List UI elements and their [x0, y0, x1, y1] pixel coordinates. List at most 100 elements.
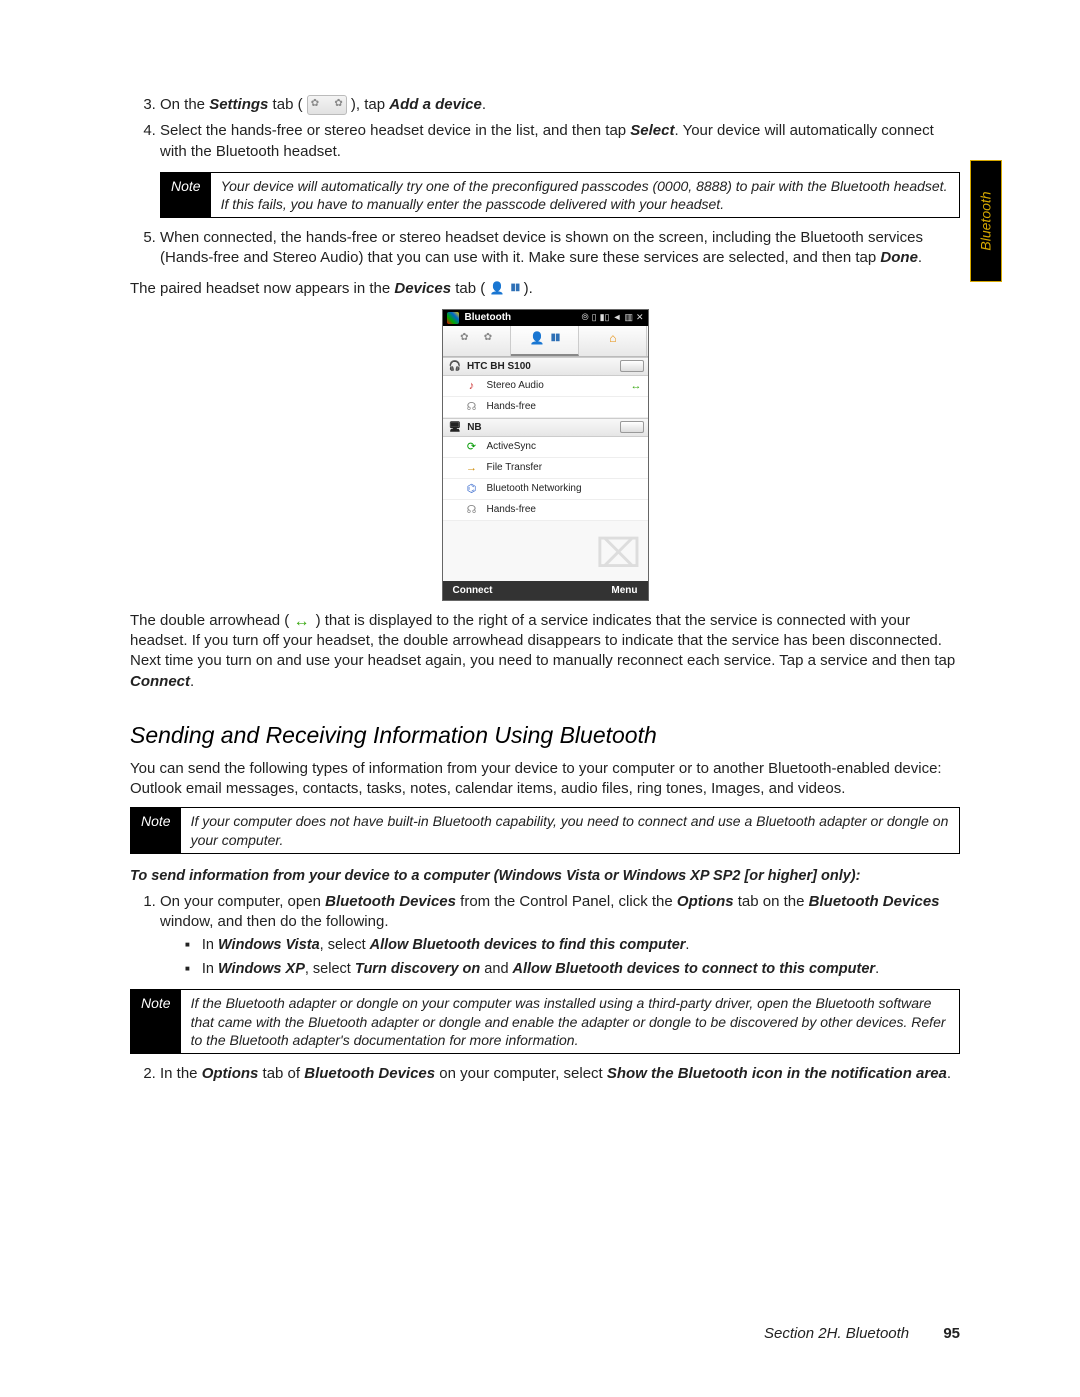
text: On the	[160, 96, 209, 113]
blank-area: ⌧	[443, 521, 648, 581]
tab-accessories: ⌂	[579, 326, 647, 356]
done-label: Done	[880, 249, 918, 266]
step-3: On the Settings tab ( ), tap Add a devic…	[160, 95, 960, 115]
page-footer: Section 2H. Bluetooth 95	[130, 1325, 960, 1342]
device-header-2: 🖥 NB	[443, 418, 648, 437]
add-device-label: Add a device	[389, 96, 482, 113]
bluetooth-devices-label: Bluetooth Devices	[809, 893, 940, 910]
note-label: Note	[131, 808, 181, 852]
text: The paired headset now appears in the	[130, 280, 394, 297]
windows-xp-label: Windows XP	[218, 961, 305, 977]
text: In	[202, 961, 218, 977]
text: In	[202, 937, 218, 953]
softkey-menu: Menu	[611, 585, 637, 596]
service-row: ♪ Stereo Audio ↔	[443, 376, 648, 397]
send-step-2: In the Options tab of Bluetooth Devices …	[160, 1064, 960, 1084]
embedded-screenshot: Bluetooth ⦾ ▯ ▮▯ ◄ ▥ ✕ ⌂ 🎧 HTC BH S100	[130, 309, 960, 601]
text: .	[482, 96, 486, 113]
text: tab (	[268, 96, 306, 113]
file-transfer-icon: →	[465, 461, 479, 475]
note-box-adapter: Note If your computer does not have buil…	[130, 807, 960, 853]
text: .	[875, 961, 879, 977]
text: tab of	[258, 1065, 304, 1082]
bullet-vista: In Windows Vista, select Allow Bluetooth…	[185, 936, 960, 956]
text: tab (	[451, 280, 489, 297]
note-text: Your device will automatically try one o…	[211, 173, 959, 217]
footer-page-number: 95	[943, 1325, 960, 1342]
headset-device-icon: 🎧	[449, 361, 461, 372]
text: on your computer, select	[435, 1065, 607, 1082]
intro-paragraph: You can send the following types of info…	[130, 759, 960, 800]
note-box-thirdparty: Note If the Bluetooth adapter or dongle …	[130, 989, 960, 1054]
double-arrowhead-para: The double arrowhead ( ) that is display…	[130, 611, 960, 692]
instruction-list-top-cont: When connected, the hands-free or stereo…	[130, 228, 960, 269]
speaker-icon: ◄	[613, 312, 622, 323]
device-name-1: HTC BH S100	[467, 361, 531, 372]
wm-title: Bluetooth	[465, 312, 576, 323]
devices-label: Devices	[394, 280, 451, 297]
footer-section: Section 2H. Bluetooth	[764, 1325, 909, 1342]
stereo-audio-icon: ♪	[465, 379, 479, 393]
options-label: Options	[677, 893, 734, 910]
service-label: Stereo Audio	[487, 380, 544, 391]
note-text: If the Bluetooth adapter or dongle on yo…	[181, 990, 959, 1053]
side-chapter-label: Bluetooth	[978, 191, 994, 250]
handsfree-icon: ☊	[465, 503, 479, 517]
turn-discovery-label: Turn discovery on	[355, 961, 480, 977]
signal-icon: ▮▯	[600, 312, 610, 323]
paired-headset-line: The paired headset now appears in the De…	[130, 279, 960, 299]
softkey-connect: Connect	[453, 585, 493, 596]
step-4: Select the hands-free or stereo headset …	[160, 121, 960, 162]
select-label: Select	[630, 122, 674, 139]
service-label: Hands-free	[487, 401, 536, 412]
text: Select the hands-free or stereo headset …	[160, 122, 630, 139]
bluetooth-watermark-icon: ⌧	[595, 531, 641, 577]
wm-softkey-bar: Connect Menu	[443, 581, 648, 600]
text: , select	[305, 961, 355, 977]
text: The double arrowhead (	[130, 612, 293, 629]
devices-tab-icon	[489, 280, 519, 298]
show-icon-label: Show the Bluetooth icon in the notificat…	[607, 1065, 947, 1082]
settings-gears-icon	[457, 331, 495, 349]
note-box-passcodes: Note Your device will automatically try …	[160, 172, 960, 218]
computer-device-icon: 🖥	[449, 422, 462, 433]
service-label: Bluetooth Networking	[487, 483, 582, 494]
text: .	[190, 673, 194, 690]
start-flag-icon	[447, 312, 459, 324]
bullet-xp: In Windows XP, select Turn discovery on …	[185, 960, 960, 980]
toggle-icon	[620, 360, 644, 372]
battery-icon: ▥	[624, 312, 633, 323]
instruction-list-send: On your computer, open Bluetooth Devices…	[130, 892, 960, 980]
text: .	[947, 1065, 951, 1082]
tab-settings	[443, 326, 511, 356]
activesync-icon: ⟳	[465, 440, 479, 454]
step-5: When connected, the hands-free or stereo…	[160, 228, 960, 269]
text: tab on the	[734, 893, 809, 910]
bt-networking-icon: ⌬	[465, 482, 479, 496]
double-arrowhead-icon	[293, 614, 311, 628]
text: window, and then do the following.	[160, 913, 389, 930]
side-chapter-tab: Bluetooth	[970, 160, 1002, 282]
text: from the Control Panel, click the	[456, 893, 677, 910]
bluetooth-devices-label: Bluetooth Devices	[325, 893, 456, 910]
service-row: ⌬ Bluetooth Networking	[443, 479, 648, 500]
service-row: ⟳ ActiveSync	[443, 437, 648, 458]
note-label: Note	[161, 173, 211, 217]
send-step-1: On your computer, open Bluetooth Devices…	[160, 892, 960, 980]
service-row: ☊ Hands-free	[443, 397, 648, 418]
wm-bluetooth-screen: Bluetooth ⦾ ▯ ▮▯ ◄ ▥ ✕ ⌂ 🎧 HTC BH S100	[442, 309, 649, 601]
text: and	[480, 961, 512, 977]
connect-label: Connect	[130, 673, 190, 690]
device-header-1: 🎧 HTC BH S100	[443, 357, 648, 376]
procedure-heading: To send information from your device to …	[130, 868, 960, 884]
service-label: ActiveSync	[487, 441, 536, 452]
settings-label: Settings	[209, 96, 268, 113]
service-row: → File Transfer	[443, 458, 648, 479]
text: In the	[160, 1065, 202, 1082]
allow-find-label: Allow Bluetooth devices to find this com…	[370, 937, 686, 953]
instruction-list-top: On the Settings tab ( ), tap Add a devic…	[130, 95, 960, 162]
text: ), tap	[347, 96, 390, 113]
sub-bullets: In Windows Vista, select Allow Bluetooth…	[160, 936, 960, 979]
section-heading: Sending and Receiving Information Using …	[130, 722, 960, 749]
toggle-icon	[620, 421, 644, 433]
